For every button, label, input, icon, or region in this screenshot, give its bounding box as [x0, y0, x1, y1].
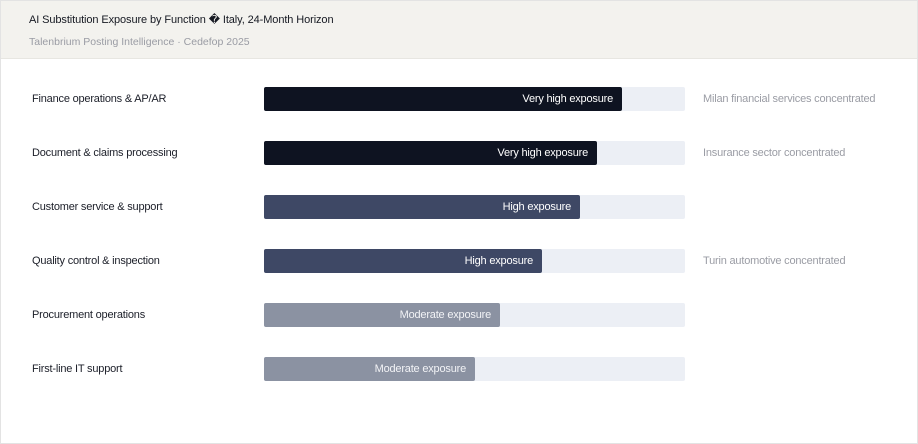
bar-row: Finance operations & AP/AR Very high expo… [1, 86, 917, 112]
bar-track: Moderate exposure [264, 357, 685, 381]
bar-track: Moderate exposure [264, 303, 685, 327]
bar: Very high exposure [264, 87, 622, 111]
bar-track: Very high exposure [264, 141, 685, 165]
bar-label: Moderate exposure [374, 363, 467, 375]
chart-header: AI Substitution Exposure by Function � I… [1, 1, 917, 59]
category-label: Quality control & inspection [32, 255, 160, 267]
bar-label: Moderate exposure [399, 309, 492, 321]
bar-label: Very high exposure [522, 93, 613, 105]
bar: Very high exposure [264, 141, 597, 165]
bar-row: First-line IT support Moderate exposure [1, 356, 917, 382]
chart-subtitle: Talenbrium Posting Intelligence · Cedefo… [29, 36, 250, 48]
bar-row: Document & claims processing Very high ex… [1, 140, 917, 166]
bar-track: Very high exposure [264, 87, 685, 111]
category-label: Document & claims processing [32, 147, 178, 159]
bar-track: High exposure [264, 249, 685, 273]
bar-track: High exposure [264, 195, 685, 219]
bar: High exposure [264, 195, 580, 219]
bar-label: Very high exposure [497, 147, 588, 159]
bar: High exposure [264, 249, 542, 273]
bar-row: Quality control & inspection High exposur… [1, 248, 917, 274]
bar: Moderate exposure [264, 357, 475, 381]
category-label: Procurement operations [32, 309, 145, 321]
bar-label: High exposure [502, 201, 572, 213]
annotation: Milan financial services concentrated [703, 93, 876, 105]
category-label: Finance operations & AP/AR [32, 93, 167, 105]
bar-row: Customer service & support High exposure [1, 194, 917, 220]
bar: Moderate exposure [264, 303, 500, 327]
category-label: First-line IT support [32, 363, 123, 375]
category-label: Customer service & support [32, 201, 163, 213]
bar-label: High exposure [464, 255, 534, 267]
bar-row: Procurement operations Moderate exposure [1, 302, 917, 328]
chart-title: AI Substitution Exposure by Function � I… [29, 14, 334, 26]
annotation: Turin automotive concentrated [703, 255, 846, 267]
annotation: Insurance sector concentrated [703, 147, 846, 159]
chart-card: AI Substitution Exposure by Function � I… [0, 0, 918, 444]
